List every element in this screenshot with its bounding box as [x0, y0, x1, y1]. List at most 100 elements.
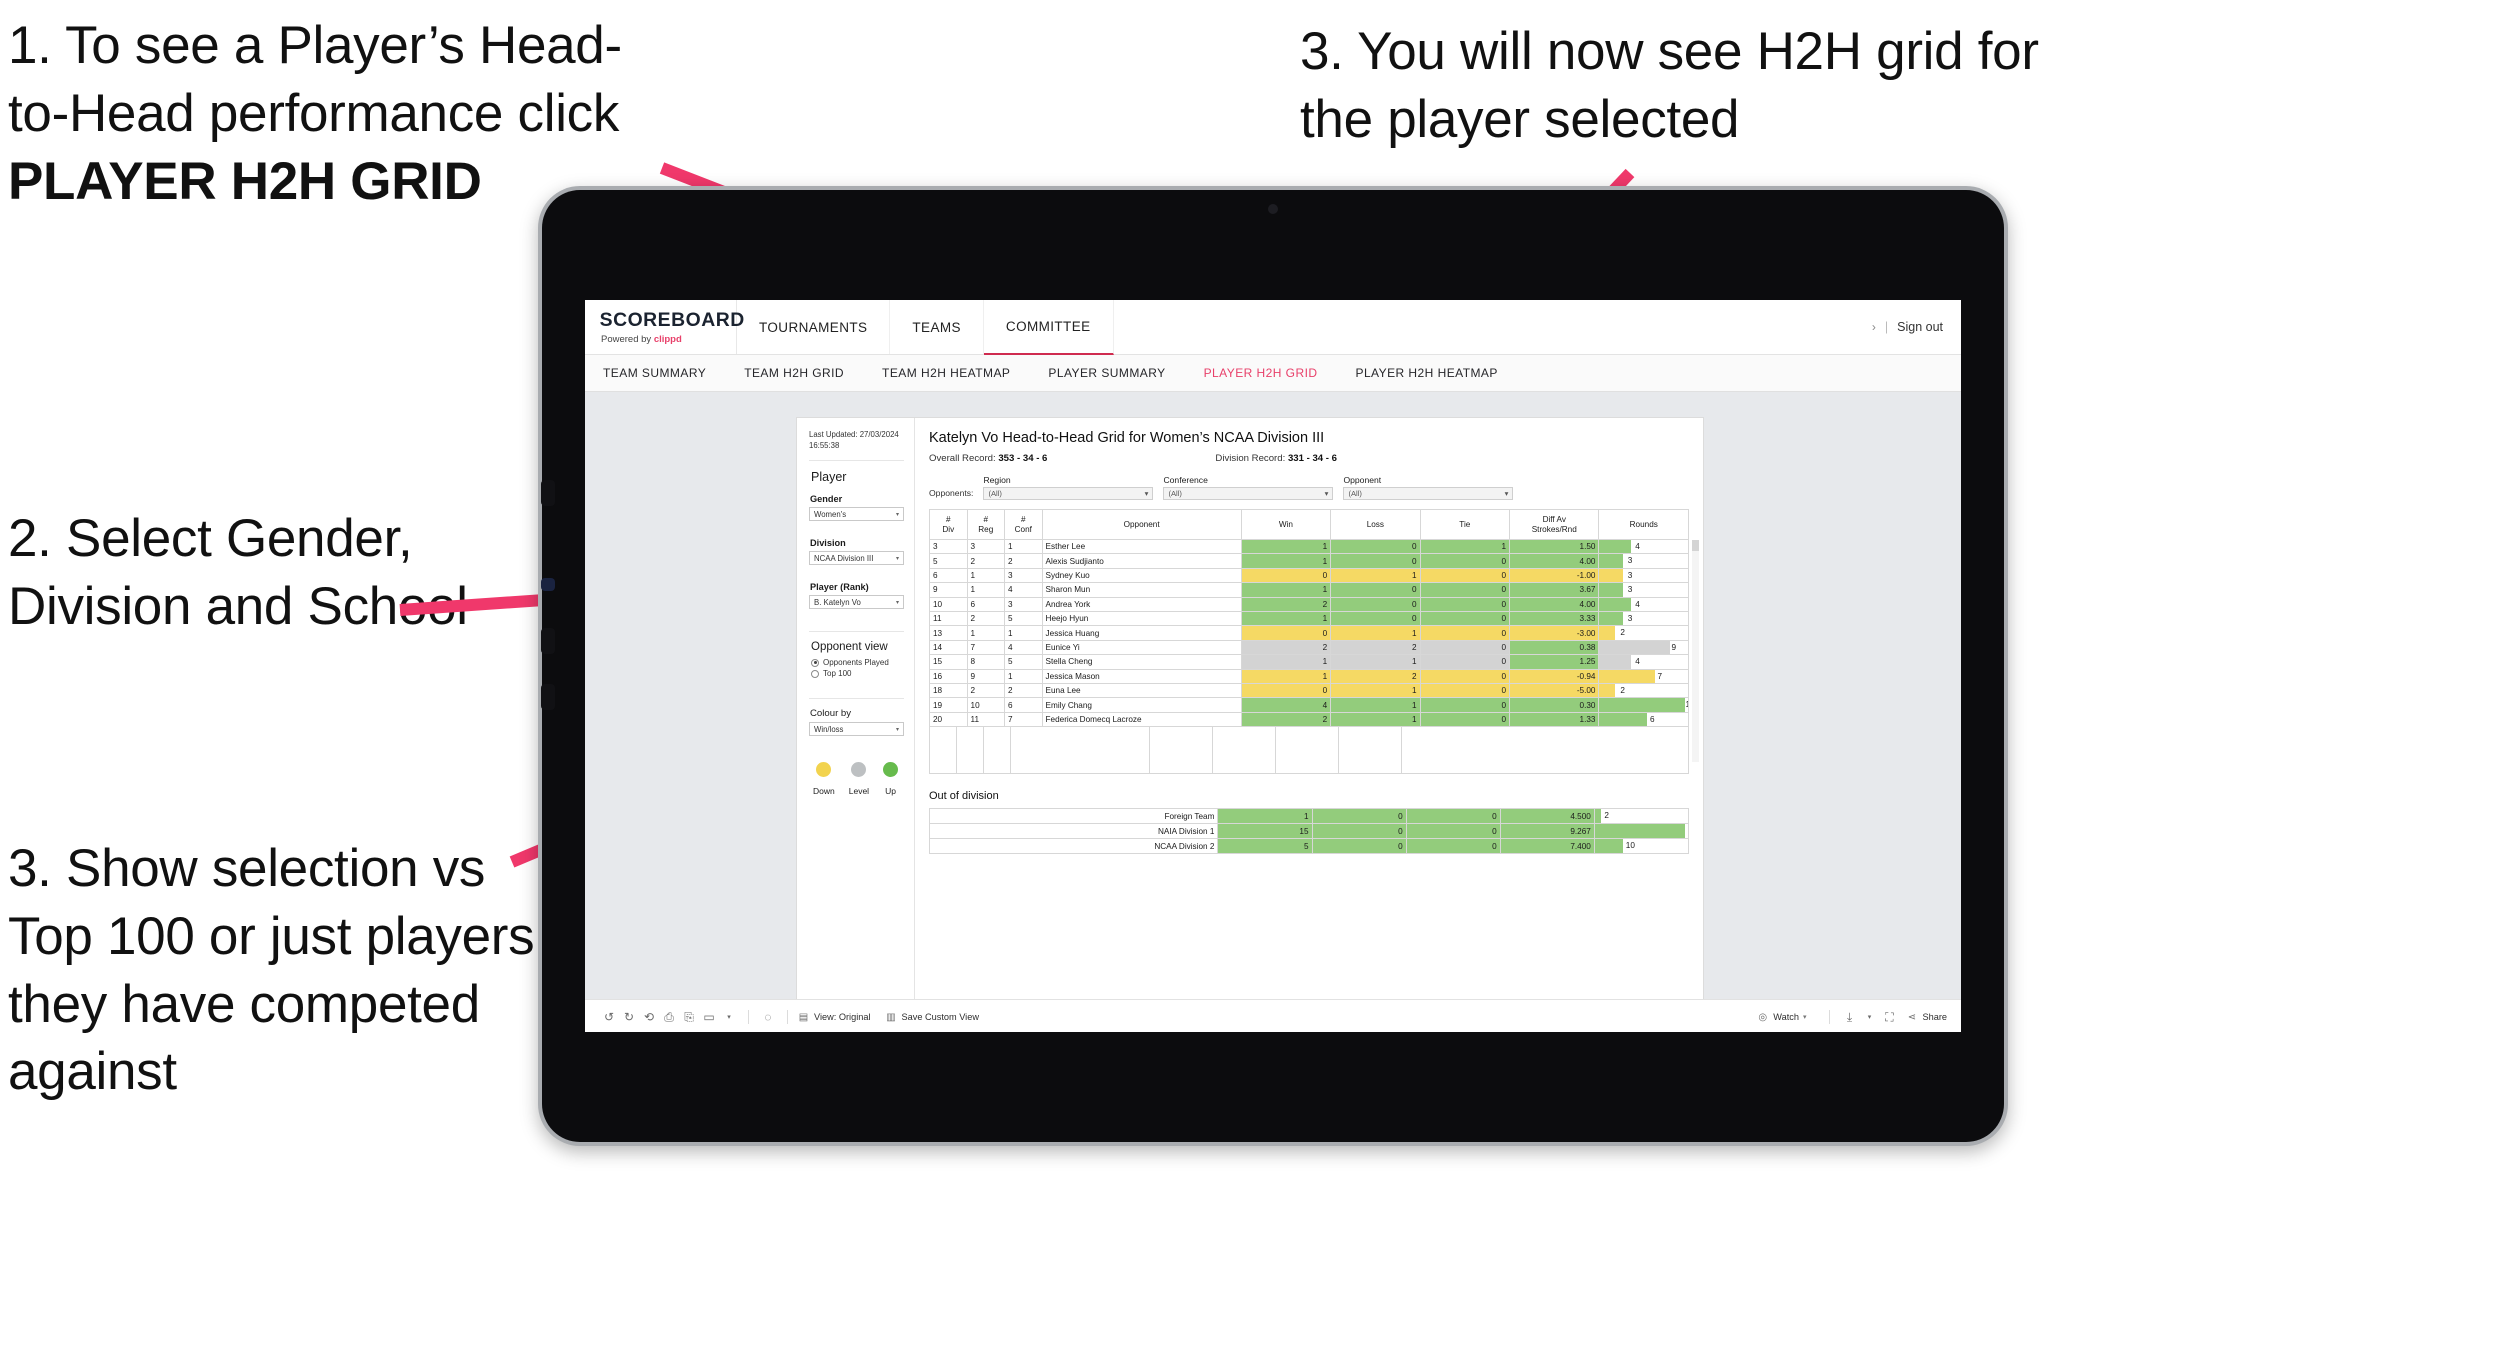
out-of-division-title: Out of division	[929, 790, 999, 803]
save-custom-view-button[interactable]: ▥ Save Custom View	[885, 1007, 979, 1027]
table-row[interactable]: 15 8 5 Stella Cheng 1 1 0 1.25 4	[929, 654, 1689, 670]
pause-icon[interactable]: ⎘	[679, 1007, 699, 1027]
legend-label-down: Down	[813, 786, 835, 797]
refresh-icon[interactable]: ⎙	[659, 1007, 679, 1027]
tab-player-h2h-grid[interactable]: PLAYER H2H GRID	[1204, 366, 1340, 380]
player-select[interactable]: B. Katelyn Vo ▾	[809, 595, 904, 610]
rounds-bar	[1599, 540, 1632, 553]
redo-icon[interactable]: ↻	[619, 1007, 639, 1027]
cell-diff: 1.25	[1509, 654, 1600, 670]
cell-loss: 1	[1330, 567, 1421, 584]
cell-conf: 1	[1004, 538, 1043, 555]
table-row[interactable]: 20 11 7 Federica Domecq Lacroze 2 1 0 1.33 6	[929, 711, 1689, 728]
rounds-value: 7	[1657, 671, 1663, 681]
opponent-filter-value: (All)	[1348, 489, 1362, 498]
table-scrollbar-track[interactable]	[1692, 540, 1699, 762]
watch-button[interactable]: ◎ Watch ▾	[1756, 1007, 1806, 1027]
rounds-value: 3	[1627, 570, 1633, 580]
highlight-icon[interactable]: ◌	[758, 1007, 778, 1027]
cell-conf: 5	[1004, 611, 1043, 627]
download-icon[interactable]: ⤓	[1839, 1007, 1859, 1027]
table-row[interactable]: 18 2 2 Euna Lee 0 1 0 -5.00 2	[929, 683, 1689, 699]
table-row[interactable]: 14 7 4 Eunice Yi 2 2 0 0.38 9	[929, 639, 1689, 656]
cell-loss: 0	[1330, 553, 1421, 569]
out-of-division-row[interactable]: NAIA Division 115009.26730	[928, 823, 1690, 840]
page-title: Katelyn Vo Head-to-Head Grid for Women’s…	[929, 430, 1325, 446]
cell-opponent: Sharon Mun	[1041, 582, 1242, 598]
cell-win: 2	[1240, 639, 1332, 656]
cell-division-label: NAIA Division 1	[928, 823, 1219, 840]
fullscreen-icon[interactable]: ⛶	[1879, 1007, 1899, 1027]
cell-tie: 0	[1419, 654, 1511, 670]
tab-team-h2h-grid[interactable]: TEAM H2H GRID	[744, 366, 866, 380]
region-filter[interactable]: Region (All) ▾	[983, 475, 1154, 500]
cell-opponent: Jessica Huang	[1041, 625, 1242, 641]
divider	[1829, 1010, 1831, 1024]
out-of-division-row[interactable]: NCAA Division 2 5 0 0 7.400 10	[928, 838, 1690, 855]
tab-team-h2h-heatmap[interactable]: TEAM H2H HEATMAP	[882, 366, 1032, 380]
table-row[interactable]: 6 1 3 Sydney Kuo 0 1 0 -1.00 3	[929, 567, 1689, 584]
table-row[interactable]: 19106Emily Chang4100.3011	[929, 697, 1689, 713]
chevron-down-icon[interactable]: ▾	[1859, 1007, 1879, 1027]
revert-icon[interactable]: ⟲	[639, 1007, 659, 1027]
opponent-filter[interactable]: Opponent (All) ▾	[1343, 475, 1514, 500]
division-select[interactable]: NCAA Division III ▾	[809, 551, 904, 566]
cell-win: 15	[1217, 823, 1313, 840]
sign-out-link[interactable]: Sign out	[1897, 320, 1943, 334]
cell-tie: 0	[1419, 639, 1511, 656]
view-original-button[interactable]: ▤ View: Original	[797, 1007, 871, 1027]
cell-loss: 2	[1330, 639, 1421, 656]
legend-item-up: Up	[883, 762, 899, 796]
nav-committee[interactable]: COMMITTEE	[983, 300, 1114, 355]
opponent-filter-select[interactable]: (All) ▾	[1343, 487, 1514, 500]
tab-player-summary[interactable]: PLAYER SUMMARY	[1048, 366, 1187, 380]
bezel-button-1	[541, 480, 555, 506]
rounds-bar	[1595, 839, 1623, 853]
out-of-division-row[interactable]: Foreign Team 1 0 0 4.500 2	[928, 808, 1690, 825]
cell-conf: 3	[1004, 596, 1043, 613]
cell-conf: 1	[1004, 625, 1043, 641]
chevron-down-icon[interactable]: ▾	[719, 1007, 739, 1027]
cell-div: 10	[929, 596, 968, 613]
table-row[interactable]: 11 2 5 Heejo Hyun 1 0 0 3.33 3	[929, 611, 1689, 627]
radio-top-100[interactable]: Top 100	[811, 669, 904, 678]
radio-opponents-played[interactable]: Opponents Played	[811, 658, 904, 667]
opponent-filter-label: Opponent	[1343, 475, 1382, 485]
share-button[interactable]: ⋖ Share	[1905, 1007, 1947, 1027]
cell-conf: 1	[1004, 668, 1043, 685]
gender-select[interactable]: Women's ▾	[809, 507, 904, 522]
brand-logo[interactable]: SCOREBOARD Powered by clippd	[585, 300, 744, 354]
table-row[interactable]: 9 1 4 Sharon Mun 1 0 0 3.67 3	[929, 582, 1689, 598]
colour-by-select[interactable]: Win/loss ▾	[809, 722, 904, 737]
zoom-icon[interactable]: ▭	[699, 1007, 719, 1027]
table-row[interactable]: 5 2 2 Alexis Sudjianto 1 0 0 4.00 3	[929, 553, 1689, 569]
cell-loss: 0	[1311, 838, 1407, 855]
col-reg: # Reg	[966, 509, 1006, 540]
undo-icon[interactable]: ↺	[599, 1007, 619, 1027]
table-row[interactable]: 10 6 3 Andrea York 2 0 0 4.00 4	[929, 596, 1689, 613]
conference-filter[interactable]: Conference (All) ▾	[1163, 475, 1334, 500]
rounds-value: 10	[1625, 841, 1635, 851]
cell-diff: 3.67	[1509, 582, 1600, 598]
cell-conf: 4	[1004, 639, 1043, 656]
cell-division-label: NCAA Division 2	[928, 838, 1219, 855]
chevron-down-icon: ▾	[1504, 489, 1509, 498]
table-row[interactable]: 16 9 1 Jessica Mason 1 2 0 -0.94 7	[929, 668, 1689, 685]
nav-tournaments[interactable]: TOURNAMENTS	[737, 300, 891, 354]
table-row[interactable]: 3 3 1 Esther Lee 1 0 1 1.50 4	[929, 538, 1689, 555]
chevron-down-icon: ▾	[895, 555, 899, 562]
table-scrollbar-thumb[interactable]	[1692, 540, 1699, 551]
dashboard-sheet: Last Updated: 27/03/2024 16:55:38 Player…	[797, 418, 1703, 1030]
brand-subtitle: Powered by clippd	[601, 334, 736, 345]
chevron-right-icon[interactable]: ›	[1872, 320, 1876, 334]
conference-filter-select[interactable]: (All) ▾	[1163, 487, 1334, 500]
table-row[interactable]: 13 1 1 Jessica Huang 0 1 0 -3.00 2	[929, 625, 1689, 641]
rounds-value: 4	[1635, 657, 1640, 667]
cell-diff: -5.00	[1509, 683, 1600, 699]
divider	[809, 631, 904, 633]
tab-player-h2h-heatmap[interactable]: PLAYER H2H HEATMAP	[1355, 366, 1519, 380]
tab-team-summary[interactable]: TEAM SUMMARY	[603, 366, 728, 380]
cell-reg: 2	[966, 683, 1006, 699]
nav-teams[interactable]: TEAMS	[890, 300, 984, 354]
region-filter-select[interactable]: (All) ▾	[983, 487, 1154, 500]
